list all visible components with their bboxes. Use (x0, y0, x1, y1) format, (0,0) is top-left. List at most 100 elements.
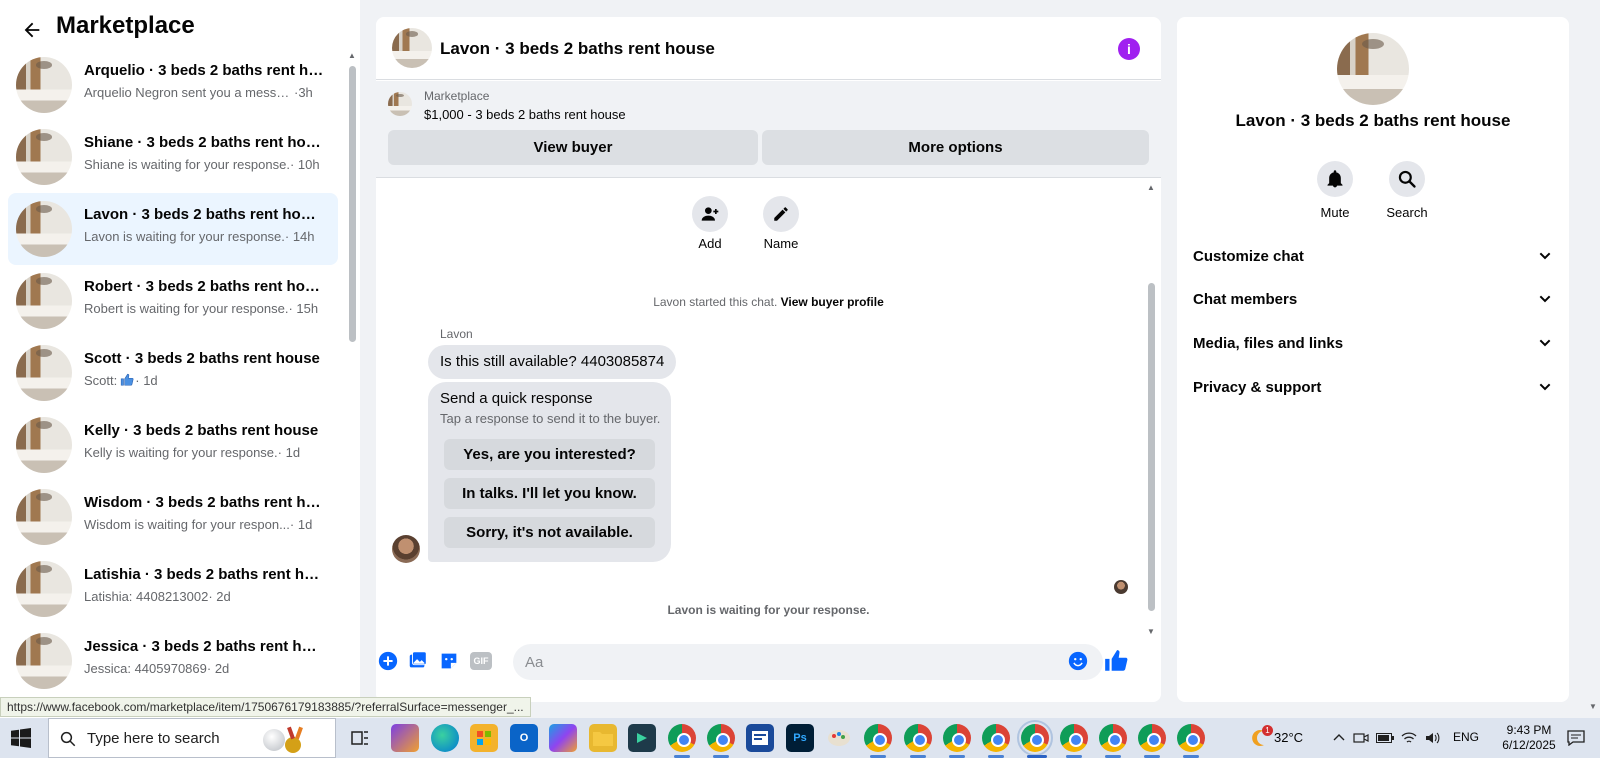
rename-button[interactable] (763, 196, 799, 232)
chevron-down-icon (1539, 252, 1551, 260)
mute-label: Mute (1320, 205, 1350, 220)
search-label: Search (1386, 205, 1428, 220)
customize-chat-section[interactable]: Customize chat (1193, 236, 1553, 276)
conversation-item[interactable]: Robert · 3 beds 2 baths rent house Robert… (8, 265, 338, 337)
back-arrow-icon[interactable] (18, 16, 46, 44)
sidebar-scrollbar[interactable]: ▲ (348, 52, 356, 672)
chrome-profile-icon[interactable] (943, 724, 971, 752)
clock-time: 9:43 PM (1506, 723, 1552, 737)
info-icon[interactable]: i (1118, 38, 1140, 60)
conversation-time: · 10h (289, 157, 320, 172)
paint-icon[interactable] (825, 724, 853, 752)
add-person-icon (701, 207, 719, 221)
gif-label: GIF (470, 652, 492, 670)
conversation-item[interactable]: Wisdom · 3 beds 2 baths rent house Wisdom… (8, 481, 338, 553)
chrome-profile-icon[interactable] (864, 724, 892, 752)
chat-title[interactable]: Lavon · 3 beds 2 baths rent house (440, 39, 715, 59)
plus-circle-icon[interactable] (376, 649, 400, 673)
quick-response-not-available[interactable]: Sorry, it's not available. (444, 517, 655, 548)
weather-badge: 1 (1262, 725, 1273, 736)
volume-icon[interactable] (1424, 729, 1442, 747)
emoji-icon[interactable] (1066, 649, 1090, 673)
view-buyer-button[interactable]: View buyer (388, 130, 758, 165)
sender-avatar[interactable] (392, 535, 420, 563)
chevron-up-icon[interactable] (1330, 729, 1348, 747)
conversation-item[interactable]: Kelly · 3 beds 2 baths rent house Kelly i… (8, 409, 338, 481)
file-explorer-icon[interactable] (589, 724, 617, 752)
privacy-support-section[interactable]: Privacy & support (1193, 367, 1553, 407)
input-language[interactable]: ENG (1453, 730, 1479, 744)
app-icon-green[interactable] (628, 724, 656, 752)
chat-members-section[interactable]: Chat members (1193, 279, 1553, 319)
sticker-icon[interactable] (437, 649, 461, 673)
conversation-snippet: Robert is waiting for your response. (84, 301, 289, 316)
chrome-profile-icon[interactable] (707, 724, 735, 752)
mute-button[interactable]: Mute (1305, 161, 1365, 220)
taskbar-search-box[interactable]: Type here to search (48, 718, 336, 758)
conversation-thumbnail (16, 633, 72, 689)
status-bar-url: https://www.facebook.com/marketplace/ite… (0, 697, 531, 717)
app-window-icon[interactable] (746, 724, 774, 752)
chat-started-notice: Lavon started this chat. View buyer prof… (376, 295, 1161, 309)
media-files-links-section[interactable]: Media, files and links (1193, 323, 1553, 363)
chrome-active-icon[interactable] (1017, 720, 1053, 756)
clock-date: 6/12/2025 (1502, 738, 1556, 752)
notification-center-icon[interactable] (1565, 729, 1587, 747)
weather-icon[interactable]: 1 (1250, 725, 1273, 747)
conversation-item[interactable]: Latishia · 3 beds 2 baths rent house Lati… (8, 553, 338, 625)
chat-scrollbar[interactable]: ▲ ▼ (1146, 179, 1156, 639)
search-in-chat-button[interactable]: Search (1377, 161, 1437, 220)
thumbs-up-icon[interactable] (1102, 647, 1130, 675)
more-options-button[interactable]: More options (762, 130, 1149, 165)
conversation-snippet: Scott: (84, 373, 118, 388)
temperature[interactable]: 32°C (1274, 730, 1303, 745)
conversation-item[interactable]: Jessica · 3 beds 2 baths rent house Jessi… (8, 625, 338, 697)
task-view-icon[interactable] (346, 724, 374, 752)
chrome-profile-icon[interactable] (904, 724, 932, 752)
photo-icon[interactable] (406, 649, 430, 673)
chrome-profile-icon[interactable] (982, 724, 1010, 752)
edge-icon[interactable] (431, 724, 459, 752)
photoshop-icon[interactable]: Ps (786, 724, 814, 752)
quick-response-in-talks[interactable]: In talks. I'll let you know. (444, 478, 655, 509)
copilot-icon[interactable] (391, 724, 419, 752)
conversation-subtitle: Lavon is waiting for your response. · 14… (84, 229, 329, 244)
system-clock[interactable]: 9:43 PM 6/12/2025 (1497, 723, 1561, 753)
quick-response-interested[interactable]: Yes, are you interested? (444, 439, 655, 470)
customize-chat-label: Customize chat (1193, 248, 1304, 265)
chat-panel: Lavon · 3 beds 2 baths rent house i Mark… (376, 17, 1161, 702)
chrome-profile-icon[interactable] (1099, 724, 1127, 752)
listing-avatar[interactable] (1337, 33, 1409, 105)
wifi-icon[interactable] (1400, 729, 1418, 747)
message-input[interactable] (513, 644, 1103, 680)
view-buyer-profile-link[interactable]: View buyer profile (781, 295, 884, 309)
battery-icon[interactable] (1376, 729, 1394, 747)
conversation-time: · 2d (206, 661, 230, 676)
gif-icon[interactable]: GIF (468, 649, 494, 673)
conversation-item[interactable]: Shiane · 3 beds 2 baths rent house Shiane… (8, 121, 338, 193)
windows-start-icon[interactable] (11, 728, 31, 748)
conversation-item[interactable]: Arquelio · 3 beds 2 baths rent house Arqu… (8, 49, 338, 121)
conversation-item[interactable]: Scott · 3 beds 2 baths rent house Scott: … (8, 337, 338, 409)
outlook-icon[interactable]: O (510, 724, 538, 752)
listing-small-thumbnail[interactable] (388, 92, 412, 116)
chrome-profile-icon[interactable] (1138, 724, 1166, 752)
windows-taskbar: Type here to search O Ps 1 32°C ENG 9:43… (0, 718, 1600, 758)
listing-price-title[interactable]: $1,000 - 3 beds 2 baths rent house (424, 107, 626, 122)
conversation-item[interactable]: Lavon · 3 beds 2 baths rent house Lavon i… (8, 193, 338, 265)
microsoft-store-icon[interactable] (470, 724, 498, 752)
meet-now-icon[interactable] (1352, 729, 1370, 747)
add-person-button[interactable] (692, 196, 728, 232)
golf-decoration-icon (263, 726, 311, 753)
microsoft-365-icon[interactable] (549, 724, 577, 752)
page-scroll-down-arrow[interactable]: ▼ (1589, 702, 1597, 711)
listing-thumbnail[interactable] (392, 28, 432, 68)
page-title: Marketplace (56, 12, 195, 39)
chrome-profile-icon[interactable] (1177, 724, 1205, 752)
chrome-profile-icon[interactable] (668, 724, 696, 752)
bell-icon (1327, 170, 1343, 188)
conversation-subtitle: Jessica: 4405970869 · 2d (84, 661, 329, 676)
conversation-subtitle: Latishia: 4408213002 · 2d (84, 589, 329, 604)
conversation-time: · 2d (208, 589, 231, 604)
chrome-profile-icon[interactable] (1060, 724, 1088, 752)
